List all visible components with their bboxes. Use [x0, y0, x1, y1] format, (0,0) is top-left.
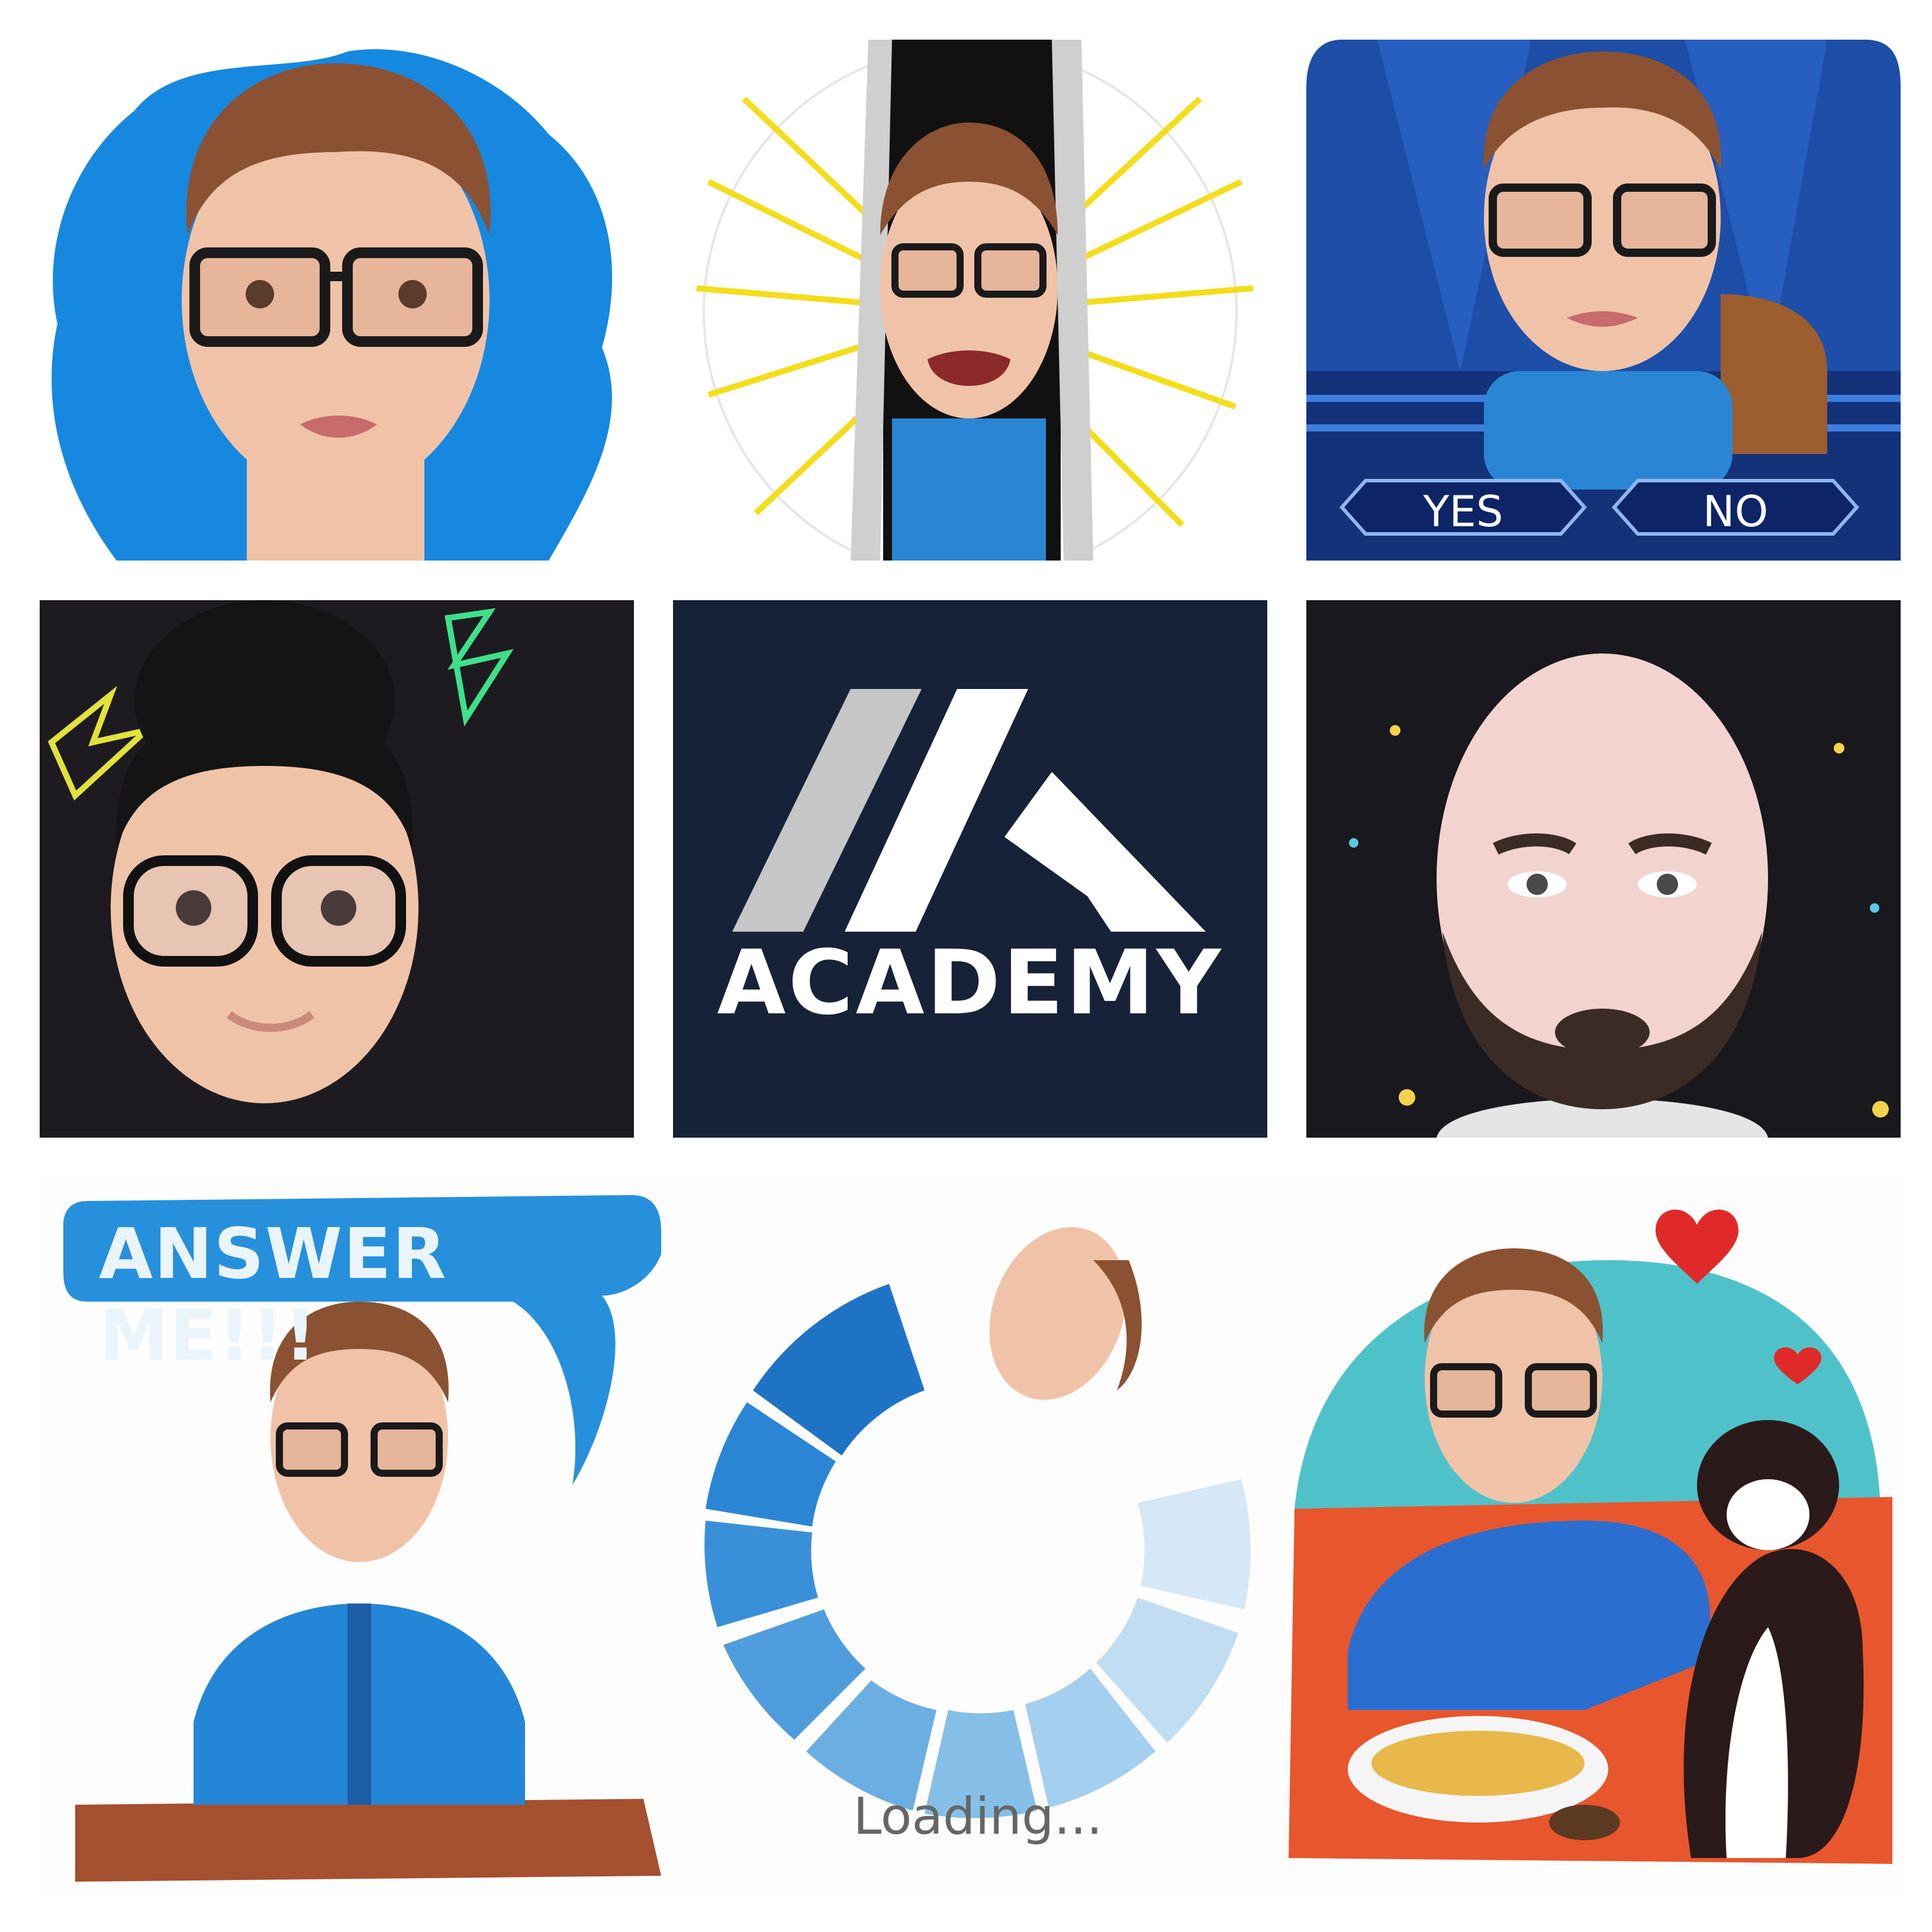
avatar-sticker-quiz-show: YES NO	[1306, 40, 1901, 561]
3d-avatar-curly-hair	[40, 600, 634, 1138]
answer-me-bubble-text: ANSWER ME!!!	[99, 1213, 447, 1376]
avatar-sticker-cat-lunch	[1277, 1177, 1901, 1894]
avatar-sticker-blue-splash	[40, 40, 634, 561]
loading-text: Loading...	[853, 1787, 1103, 1846]
avatar-sticker-breakthrough	[673, 40, 1267, 561]
avatar-sticker-answer-me: ANSWER ME!!!	[40, 1177, 679, 1894]
quiz-no-label: NO	[1702, 487, 1769, 536]
avatar-sticker-loading: Loading...	[679, 1177, 1277, 1894]
academy-logo-text: ACADEMY	[717, 932, 1223, 1035]
quiz-yes-label: YES	[1423, 487, 1503, 536]
3d-avatar-bearded	[1306, 600, 1901, 1138]
academy-logo: ACADEMY	[673, 600, 1267, 1138]
